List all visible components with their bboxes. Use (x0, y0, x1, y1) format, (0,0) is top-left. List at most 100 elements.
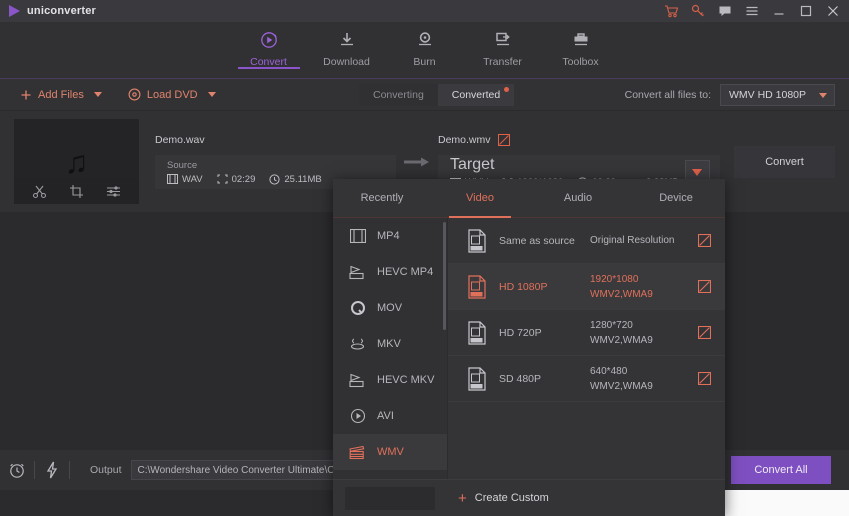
format-item-mp4[interactable]: MP4 (333, 218, 447, 254)
status-tabs: Converting Converted (359, 84, 515, 106)
panel-tab-device[interactable]: Device (627, 179, 725, 217)
file-1080p-icon (464, 274, 490, 299)
add-files-caret-icon[interactable] (93, 92, 102, 97)
panel-tab-recently-label: Recently (360, 192, 404, 204)
format-label-mov: MOV (377, 302, 403, 314)
format-item-hevc-mp4[interactable]: HEVC MP4 (333, 254, 447, 290)
nav-tab-burn[interactable]: Burn (386, 22, 464, 68)
menu-icon[interactable] (745, 4, 759, 18)
music-note-icon: ♫ (64, 143, 89, 180)
resolution-name-hd-1080p: HD 1080P (499, 280, 548, 293)
source-size-value: 25.11MB (284, 173, 322, 185)
panel-tab-audio[interactable]: Audio (529, 179, 627, 217)
converted-badge-dot (504, 87, 510, 92)
resolution-spec-same-as-source: Original Resolution (590, 233, 695, 248)
panel-tab-video[interactable]: Video (431, 179, 529, 218)
resolution-spec-line2: WMV2,WMA9 (590, 288, 653, 300)
nav-tab-transfer[interactable]: Transfer (464, 22, 542, 68)
add-files-label: Add Files (38, 88, 84, 101)
format-type-list[interactable]: MP4 HEVC MP4 MOV MKV HEVC MKV AVI WMV (333, 218, 448, 479)
trim-icon[interactable] (32, 184, 47, 199)
play-triangle-icon (9, 5, 20, 17)
format-item-hevc-mkv[interactable]: HEVC MKV (333, 362, 447, 398)
format-dropdown-panel: Recently Video Audio Device MP4 HEVC MP4… (333, 179, 725, 516)
crop-icon[interactable] (69, 184, 84, 199)
download-icon (336, 29, 358, 51)
source-format: WAV (167, 174, 203, 185)
resolution-item-sd-480p[interactable]: SD 480P 640*480 WMV2,WMA9 (448, 356, 725, 402)
mkv-icon (349, 337, 366, 351)
file-thumbnail[interactable]: ♫ (14, 119, 139, 204)
resolution-spec-line2: WMV2,WMA9 (590, 380, 653, 392)
target-caption: Target (450, 156, 495, 173)
load-dvd-caret-icon[interactable] (207, 92, 216, 97)
format-list-scrollbar[interactable] (443, 222, 446, 330)
load-dvd-label: Load DVD (146, 88, 198, 101)
resolution-name-hd-720p: HD 720P (499, 326, 542, 339)
convert-all-to-select[interactable]: WMV HD 1080P (720, 84, 835, 106)
edit-resolution-icon[interactable] (695, 372, 711, 385)
triangle-down-icon (692, 168, 703, 176)
disc-icon (128, 88, 141, 101)
convert-all-button[interactable]: Convert All (731, 456, 831, 484)
convert-button[interactable]: Convert (734, 145, 835, 178)
format-label-avi: AVI (377, 410, 394, 422)
key-icon[interactable] (691, 4, 705, 18)
edit-resolution-icon[interactable] (695, 280, 711, 293)
lightning-icon[interactable] (35, 461, 69, 479)
resolution-spec-line1: 1920*1080 (590, 273, 639, 285)
resolution-item-hd-1080p[interactable]: HD 1080P 1920*1080 WMV2,WMA9 (448, 264, 725, 310)
resolution-spec-line1: Original Resolution (590, 235, 675, 246)
load-dvd-button[interactable]: Load DVD (128, 88, 216, 101)
message-icon[interactable] (718, 4, 732, 18)
maximize-icon[interactable] (799, 4, 813, 18)
rename-edit-icon[interactable] (497, 134, 510, 146)
conversion-arrow (396, 156, 438, 168)
film-icon (349, 229, 366, 243)
clock-icon (269, 173, 280, 185)
hevc-icon (349, 373, 366, 388)
format-item-mov[interactable]: MOV (333, 290, 447, 326)
edit-resolution-icon[interactable] (695, 326, 711, 339)
create-custom-button[interactable]: + Create Custom (458, 491, 549, 506)
nav-tab-toolbox[interactable]: Toolbox (542, 22, 620, 68)
app-window: uniconverter Convert Download Burn Trans… (0, 0, 849, 516)
resolution-spec-line1: 640*480 (590, 365, 628, 377)
tab-converting[interactable]: Converting (359, 84, 438, 106)
resolution-list: Same as source Original Resolution HD 10… (448, 218, 725, 479)
thumbnail-tools (14, 178, 139, 204)
nav-tab-download[interactable]: Download (308, 22, 386, 68)
convert-all-to-value: WMV HD 1080P (729, 89, 807, 101)
minimize-icon[interactable] (772, 4, 786, 18)
edit-resolution-icon[interactable] (695, 234, 711, 247)
file-480p-icon (464, 366, 490, 391)
format-item-avi[interactable]: AVI (333, 398, 447, 434)
panel-tab-recently[interactable]: Recently (333, 179, 431, 217)
source-duration-value: 02:29 (231, 173, 256, 185)
tab-converted[interactable]: Converted (437, 84, 515, 106)
panel-tab-audio-label: Audio (563, 192, 593, 204)
format-item-wmv[interactable]: WMV (333, 434, 447, 470)
timer-icon[interactable] (0, 461, 34, 479)
resolution-spec-line1: 1280*720 (590, 319, 633, 331)
resolution-spec-hd-720p: 1280*720 WMV2,WMA9 (590, 318, 695, 348)
plus-icon (21, 90, 31, 99)
nav-tab-convert[interactable]: Convert (230, 22, 308, 69)
tab-converted-label: Converted (451, 89, 501, 101)
panel-body: MP4 HEVC MP4 MOV MKV HEVC MKV AVI WMV Sa… (333, 218, 725, 479)
add-files-button[interactable]: Add Files (20, 89, 102, 101)
close-icon[interactable] (826, 4, 840, 18)
chevron-down-icon (819, 92, 827, 98)
plus-icon: + (458, 489, 467, 507)
format-item-mkv[interactable]: MKV (333, 326, 447, 362)
window-controls (664, 4, 849, 18)
cart-icon[interactable] (664, 4, 678, 18)
source-filename: Demo.wav (155, 134, 205, 146)
target-filename: Demo.wmv (438, 134, 491, 146)
effects-icon[interactable] (106, 184, 121, 199)
app-title: uniconverter (27, 5, 97, 17)
resolution-item-hd-720p[interactable]: HD 720P 1280*720 WMV2,WMA9 (448, 310, 725, 356)
resolution-item-same-as-source[interactable]: Same as source Original Resolution (448, 218, 725, 264)
source-file-icon (464, 228, 490, 253)
format-label-hevc-mp4: HEVC MP4 (377, 266, 434, 278)
